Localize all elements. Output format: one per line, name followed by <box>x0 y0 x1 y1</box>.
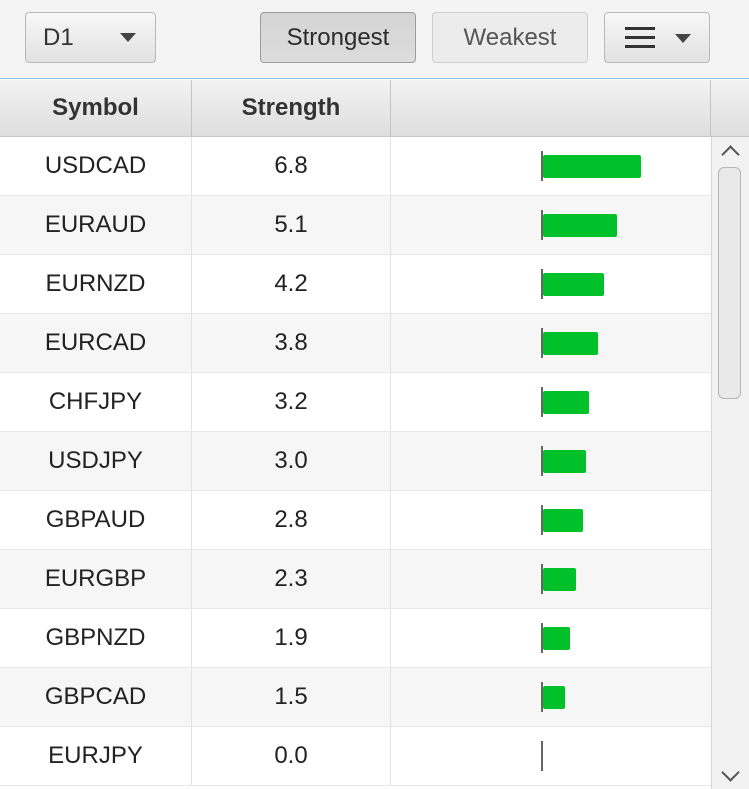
strength-bar-cell <box>391 373 711 431</box>
timeframe-select[interactable]: D1 <box>25 12 156 63</box>
menu-button[interactable] <box>604 12 710 63</box>
strongest-button[interactable]: Strongest <box>260 12 416 63</box>
table-row[interactable]: CHFJPY 3.2 <box>0 373 711 432</box>
symbol-cell: EURAUD <box>0 196 192 254</box>
strength-bar-cell <box>391 255 711 313</box>
strength-cell: 3.8 <box>192 314 391 372</box>
scrollbar-thumb[interactable] <box>718 167 741 399</box>
strength-bar <box>543 391 589 414</box>
chevron-down-icon <box>675 34 691 43</box>
table-body: USDCAD 6.8 EURAUD 5.1 EURNZD 4.2 EURCAD 3.8 CHFJ… <box>0 137 711 786</box>
table-row[interactable]: EURAUD 5.1 <box>0 196 711 255</box>
strength-bar <box>543 214 617 237</box>
symbol-cell: EURNZD <box>0 255 192 313</box>
strength-cell: 3.0 <box>192 432 391 490</box>
strength-cell: 3.2 <box>192 373 391 431</box>
table-row[interactable]: USDJPY 3.0 <box>0 432 711 491</box>
vertical-scrollbar[interactable] <box>711 137 749 789</box>
strength-bar-cell <box>391 491 711 549</box>
strength-bar-cell <box>391 314 711 372</box>
strength-bar <box>543 627 570 650</box>
strength-bar <box>543 450 586 473</box>
table-row[interactable]: EURGBP 2.3 <box>0 550 711 609</box>
symbol-cell: EURJPY <box>0 727 192 785</box>
strength-bar-cell <box>391 609 711 667</box>
symbol-cell: EURGBP <box>0 550 192 608</box>
strength-table: Symbol Strength USDCAD 6.8 EURAUD 5.1 EURNZD… <box>0 80 749 789</box>
table-row[interactable]: GBPCAD 1.5 <box>0 668 711 727</box>
strength-bar-cell <box>391 727 711 785</box>
strength-cell: 2.8 <box>192 491 391 549</box>
strength-bar-cell <box>391 668 711 726</box>
timeframe-value: D1 <box>43 23 74 51</box>
toolbar: D1 Strongest Weakest <box>0 0 749 79</box>
scroll-down-icon[interactable] <box>721 763 740 782</box>
strength-bar <box>543 155 641 178</box>
column-header-corner <box>711 80 749 136</box>
strength-bar-cell <box>391 196 711 254</box>
symbol-cell: CHFJPY <box>0 373 192 431</box>
table-row[interactable]: EURCAD 3.8 <box>0 314 711 373</box>
strength-bar-cell <box>391 137 711 195</box>
strength-bar <box>543 568 576 591</box>
table-row[interactable]: GBPAUD 2.8 <box>0 491 711 550</box>
table-row[interactable]: EURJPY 0.0 <box>0 727 711 786</box>
chevron-down-icon <box>120 33 136 42</box>
symbol-cell: EURCAD <box>0 314 192 372</box>
table-header: Symbol Strength <box>0 80 749 137</box>
strength-cell: 2.3 <box>192 550 391 608</box>
table-row[interactable]: GBPNZD 1.9 <box>0 609 711 668</box>
hamburger-menu-icon <box>625 27 655 48</box>
symbol-cell: GBPAUD <box>0 491 192 549</box>
strength-cell: 1.9 <box>192 609 391 667</box>
strength-cell: 0.0 <box>192 727 391 785</box>
column-header-bar[interactable] <box>391 80 711 136</box>
weakest-button[interactable]: Weakest <box>432 12 588 63</box>
symbol-cell: GBPNZD <box>0 609 192 667</box>
zero-line <box>541 741 543 771</box>
scroll-up-icon[interactable] <box>721 145 740 164</box>
strength-bar <box>543 509 583 532</box>
symbol-cell: USDJPY <box>0 432 192 490</box>
strength-bar-cell <box>391 432 711 490</box>
strength-bar <box>543 686 565 709</box>
symbol-cell: GBPCAD <box>0 668 192 726</box>
column-header-symbol[interactable]: Symbol <box>0 80 192 136</box>
strength-bar <box>543 332 598 355</box>
strength-cell: 4.2 <box>192 255 391 313</box>
table-row[interactable]: EURNZD 4.2 <box>0 255 711 314</box>
table-row[interactable]: USDCAD 6.8 <box>0 137 711 196</box>
strength-cell: 5.1 <box>192 196 391 254</box>
strength-cell: 6.8 <box>192 137 391 195</box>
symbol-cell: USDCAD <box>0 137 192 195</box>
strength-bar-cell <box>391 550 711 608</box>
strength-cell: 1.5 <box>192 668 391 726</box>
column-header-strength[interactable]: Strength <box>192 80 391 136</box>
strength-bar <box>543 273 604 296</box>
